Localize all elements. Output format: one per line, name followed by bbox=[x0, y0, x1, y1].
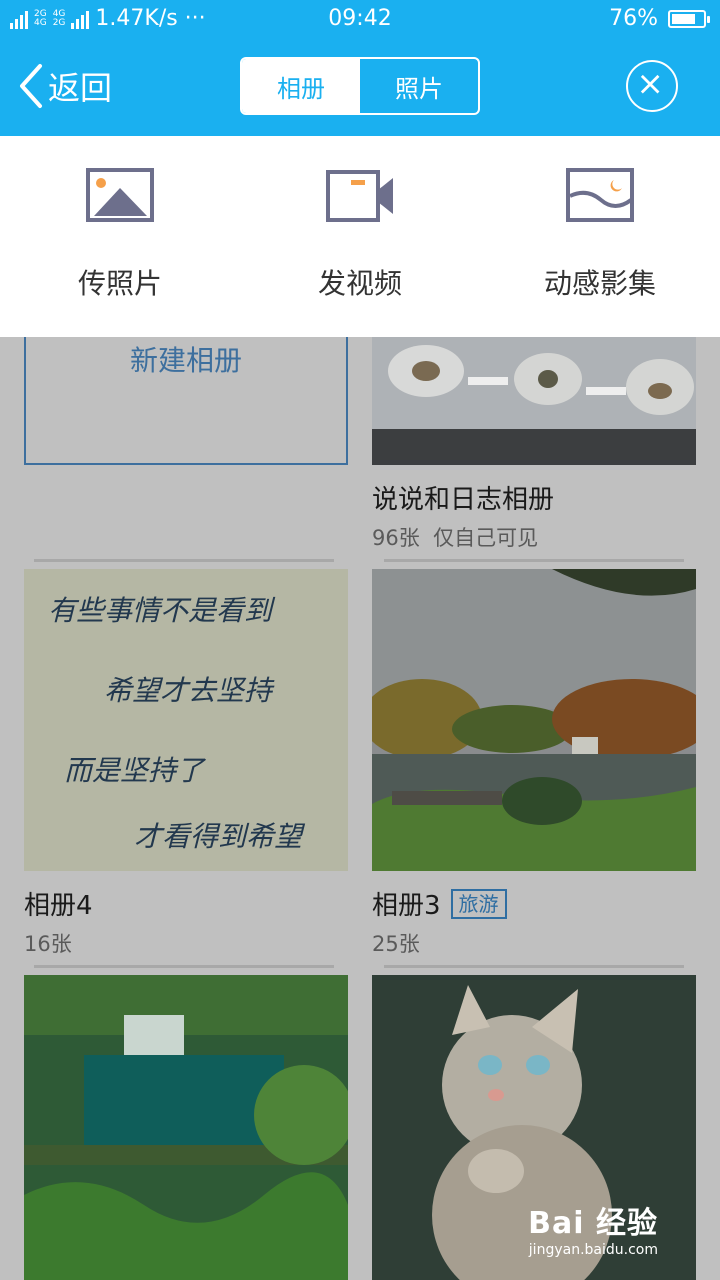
album-count: 96张 bbox=[372, 526, 420, 550]
close-button[interactable] bbox=[626, 60, 678, 112]
album-thumbnail: Bai 经验 jingyan.baidu.com bbox=[372, 975, 696, 1280]
album-thumbnail bbox=[24, 975, 348, 1280]
slideshow-icon bbox=[566, 168, 634, 222]
upload-action-panel: 传照片 发视频 动感影集 bbox=[0, 136, 720, 337]
album-count: 16张 bbox=[24, 932, 72, 956]
album-card[interactable]: 有些事情不是看到 希望才去坚持 而是坚持了 才看得到希望 相册4 16张 bbox=[24, 569, 348, 958]
divider bbox=[384, 965, 684, 968]
baidu-watermark: Bai 经验 jingyan.baidu.com bbox=[528, 1198, 658, 1258]
watermark-url: jingyan.baidu.com bbox=[528, 1242, 658, 1258]
album-grid: 新建相册 说说和日志相册 96张 仅自己可见 有些事情不是看到 希望才去坚持 而 bbox=[0, 337, 720, 1280]
handwriting-line: 才看得到希望 bbox=[134, 820, 303, 853]
handwriting-line: 有些事情不是看到 bbox=[48, 594, 273, 627]
back-button[interactable]: 返回 bbox=[16, 62, 112, 110]
album-card[interactable]: 相册3 旅游 25张 bbox=[372, 569, 696, 958]
album-title: 相册3 bbox=[372, 891, 441, 921]
close-icon bbox=[640, 74, 660, 94]
post-video-button[interactable]: 发视频 bbox=[240, 136, 480, 337]
album-thumbnail: 有些事情不是看到 希望才去坚持 而是坚持了 才看得到希望 bbox=[24, 569, 348, 871]
video-icon bbox=[326, 170, 393, 222]
upload-photo-button[interactable]: 传照片 bbox=[0, 136, 240, 337]
slideshow-label: 动感影集 bbox=[543, 267, 656, 300]
handwriting-line: 希望才去坚持 bbox=[104, 674, 273, 707]
view-switch: 相册 照片 bbox=[240, 57, 480, 115]
back-label: 返回 bbox=[48, 69, 113, 107]
new-album-button[interactable]: 新建相册 bbox=[24, 337, 348, 465]
upload-photo-label: 传照片 bbox=[77, 267, 162, 300]
album-card[interactable] bbox=[24, 975, 348, 1280]
handwriting-line: 而是坚持了 bbox=[64, 754, 205, 787]
tab-albums[interactable]: 相册 bbox=[242, 59, 360, 113]
album-thumbnail bbox=[372, 337, 696, 465]
battery-percent: 76% bbox=[609, 6, 658, 31]
album-count: 25张 bbox=[372, 932, 420, 956]
album-title: 说说和日志相册 bbox=[372, 485, 555, 515]
watermark-brand: Bai 经验 bbox=[528, 1206, 658, 1241]
album-thumbnail bbox=[372, 569, 696, 871]
tab-photos[interactable]: 照片 bbox=[360, 59, 478, 113]
chevron-left-icon bbox=[20, 64, 42, 108]
album-title: 相册4 bbox=[24, 891, 93, 921]
photo-icon bbox=[86, 168, 154, 222]
new-album-label: 新建相册 bbox=[129, 344, 242, 377]
battery-icon bbox=[668, 9, 710, 28]
status-bar: 2G 4G 4G 2G 1.47K/s ··· 09:42 76% bbox=[0, 0, 720, 40]
slideshow-button[interactable]: 动感影集 bbox=[480, 136, 720, 337]
divider bbox=[34, 559, 334, 562]
album-tag: 旅游 bbox=[450, 888, 507, 919]
top-header: 返回 相册 照片 bbox=[0, 40, 720, 136]
post-video-label: 发视频 bbox=[317, 267, 402, 300]
divider bbox=[34, 965, 334, 968]
album-card[interactable]: 说说和日志相册 96张 仅自己可见 bbox=[372, 337, 696, 552]
divider bbox=[384, 559, 684, 562]
album-card[interactable]: Bai 经验 jingyan.baidu.com bbox=[372, 975, 696, 1280]
album-privacy: 仅自己可见 bbox=[433, 526, 539, 550]
